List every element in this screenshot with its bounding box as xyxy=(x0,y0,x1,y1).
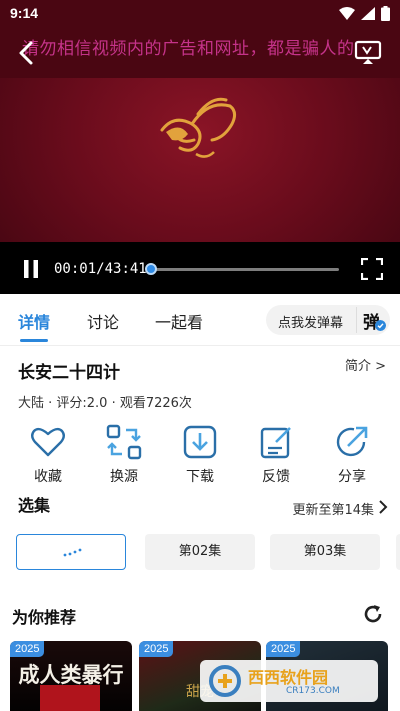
status-bar: 9:14 xyxy=(0,0,400,26)
status-time: 9:14 xyxy=(10,5,39,21)
video-player[interactable]: 9:14 请勿相信视频内的广告和网址，都是骗人的 00:01/43:41 xyxy=(0,0,400,294)
heart-icon xyxy=(31,427,65,457)
share-label: 分享 xyxy=(338,469,366,485)
playback-time: 00:01/43:41 xyxy=(54,261,147,277)
recommend-title: 为你推荐 xyxy=(12,608,77,627)
intro-link[interactable]: 简介 > xyxy=(345,355,386,374)
feedback-button[interactable]: 反馈 xyxy=(244,424,308,486)
chevron-right-icon[interactable] xyxy=(378,499,388,515)
refresh-icon[interactable] xyxy=(362,603,384,625)
tab-details[interactable]: 详情 xyxy=(18,309,50,333)
show-meta: 大陆 · 评分:2.0 · 观看7226次 xyxy=(18,396,192,411)
channel-logo-art xyxy=(160,97,237,158)
danmaku-input-pill[interactable]: 点我发弹幕 弹 xyxy=(266,305,390,335)
show-title: 长安二十四计 xyxy=(18,363,120,383)
episodes-title: 选集 xyxy=(18,496,51,515)
favorite-label: 收藏 xyxy=(34,469,62,485)
watermark-text: 西西软件园 xyxy=(248,668,329,687)
tab-discussion[interactable]: 讨论 xyxy=(87,309,119,333)
feedback-label: 反馈 xyxy=(262,469,290,485)
download-button[interactable]: 下载 xyxy=(168,424,232,486)
seek-bar[interactable] xyxy=(150,268,339,271)
share-icon xyxy=(336,426,368,457)
back-arrow-icon[interactable] xyxy=(14,40,40,66)
danmaku-on-check-icon xyxy=(375,320,386,331)
watermark-logo-icon xyxy=(209,665,241,697)
pause-icon[interactable] xyxy=(22,259,40,279)
episodes-updated-link[interactable]: 更新至第14集 xyxy=(292,499,374,518)
episode-03-button[interactable]: 第03集 xyxy=(270,534,380,570)
tab-watch-together[interactable]: 一起看 xyxy=(155,309,203,333)
signal-icon xyxy=(361,7,375,20)
wifi-icon xyxy=(339,7,355,20)
poster-1-year-badge: 2025 xyxy=(10,641,45,657)
site-watermark: 西西软件园 CR173.COM xyxy=(200,660,378,702)
switch-source-label: 换源 xyxy=(110,469,138,485)
episode-01-button[interactable] xyxy=(16,534,126,570)
fullscreen-icon[interactable] xyxy=(361,258,383,280)
switch-source-button[interactable]: 换源 xyxy=(92,424,156,486)
total-duration: 43:41 xyxy=(104,261,147,277)
download-label: 下载 xyxy=(186,469,214,485)
battery-icon xyxy=(381,6,390,21)
pill-divider xyxy=(356,307,357,333)
active-tab-indicator xyxy=(20,339,48,342)
seek-thumb[interactable] xyxy=(144,263,157,275)
switch-source-icon xyxy=(106,424,142,460)
cast-tv-icon[interactable] xyxy=(354,38,382,66)
poster-2-year-badge: 2025 xyxy=(139,641,174,657)
status-icons xyxy=(339,6,390,21)
action-row: 收藏 换源 下载 反馈 分享 xyxy=(0,424,400,486)
episode-02-button[interactable]: 第02集 xyxy=(145,534,255,570)
current-time: 00:01 xyxy=(54,261,97,277)
poster-1-art xyxy=(40,685,100,711)
episode-next-peek[interactable] xyxy=(396,534,400,570)
feedback-icon xyxy=(260,427,291,459)
watermark-url: CR173.COM xyxy=(286,686,340,696)
ad-warning-text: 请勿相信视频内的广告和网址，都是骗人的 xyxy=(22,39,355,59)
send-danmaku-button[interactable]: 点我发弹幕 xyxy=(278,312,343,331)
poster-3-year-badge: 2025 xyxy=(266,641,301,657)
download-icon xyxy=(183,425,217,459)
recommend-poster-1[interactable]: 成人类暴行 2025 xyxy=(10,641,132,711)
share-button[interactable]: 分享 xyxy=(320,424,384,486)
playing-indicator-icon xyxy=(63,548,82,557)
favorite-button[interactable]: 收藏 xyxy=(16,424,80,486)
